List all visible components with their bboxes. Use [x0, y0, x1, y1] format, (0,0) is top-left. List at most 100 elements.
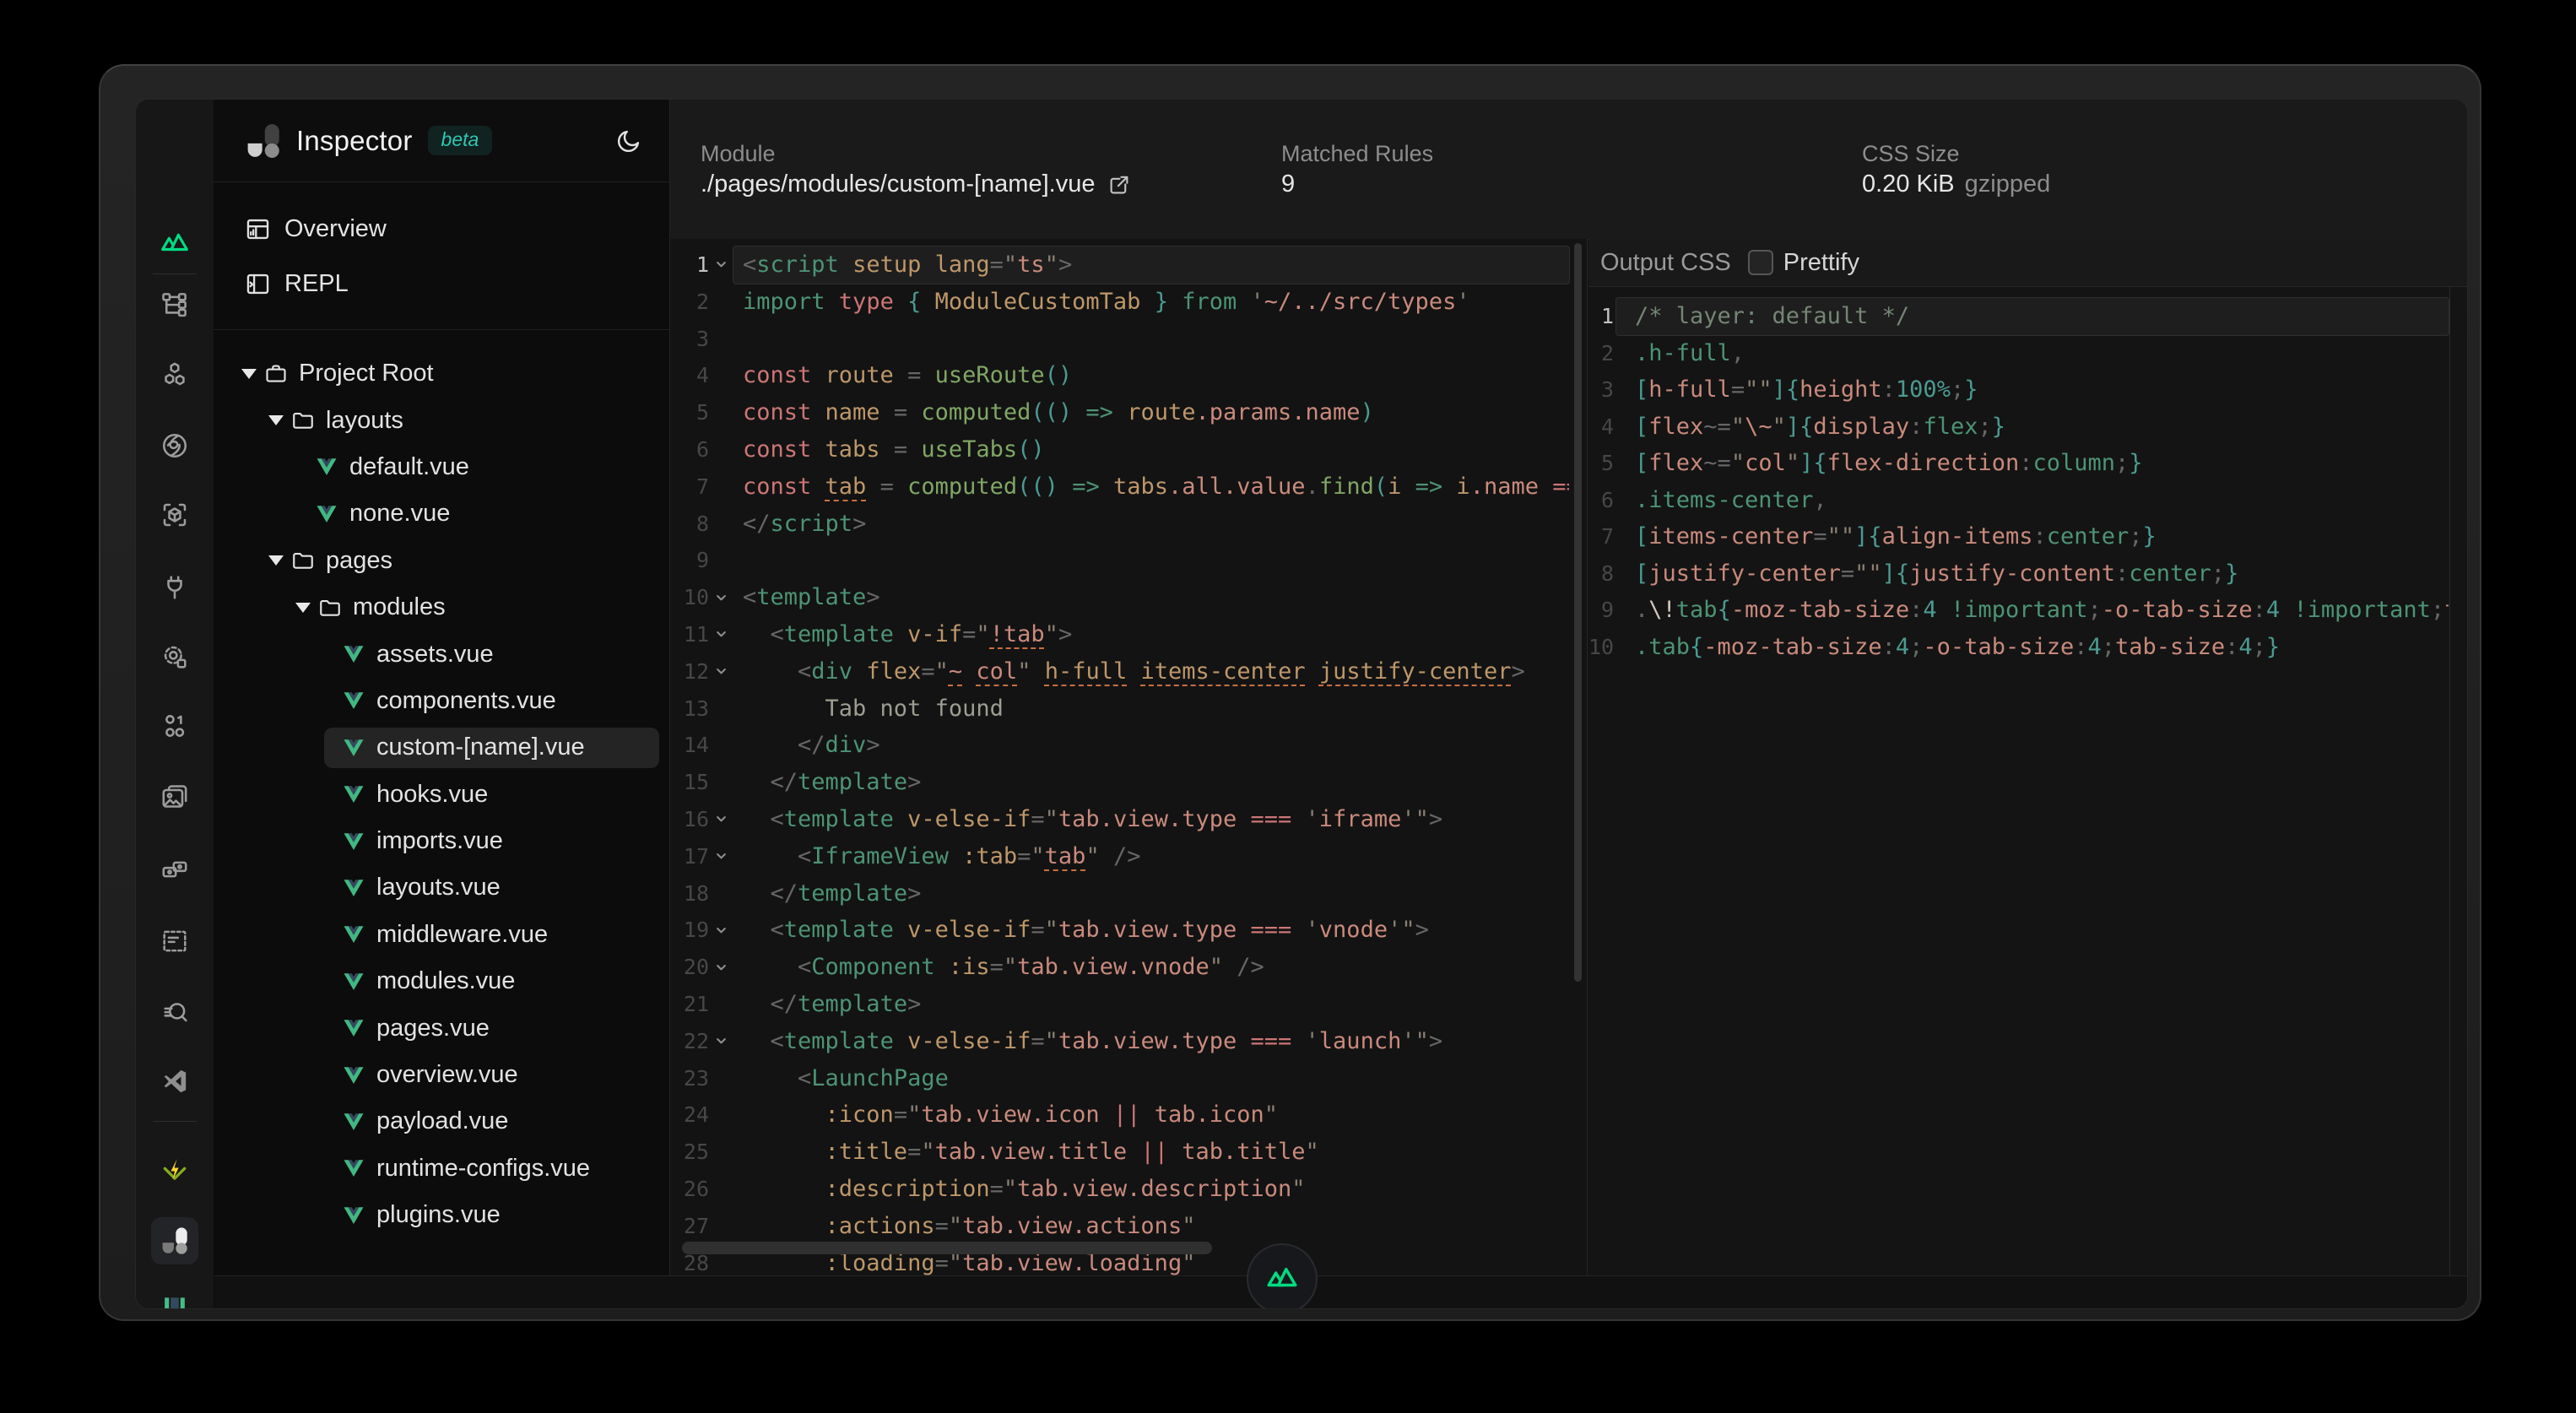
fold-chevron-icon[interactable]	[709, 924, 733, 937]
vue-file-icon	[341, 1063, 366, 1088]
editor-vertical-scrollbar[interactable]	[1574, 243, 1582, 982]
vue-file-icon	[341, 642, 366, 667]
tree-item-plugins.vue[interactable]: plugins.vue	[214, 1192, 669, 1238]
code-line: 3	[670, 321, 1587, 358]
inspector-sidebar: Inspector beta OverviewREPL Project Root…	[214, 100, 670, 1308]
sidebar-tab-nuxt-logo[interactable]	[151, 217, 198, 264]
sidebar-tab-imports-icon[interactable]	[151, 491, 198, 539]
css-size-value: 0.20 KiBgzipped	[1862, 171, 2050, 198]
output-css-header: Output CSS Prettify	[1588, 239, 2467, 287]
line-number: 2	[670, 284, 709, 321]
tree-item-none.vue[interactable]: none.vue	[214, 490, 669, 537]
line-number: 10	[1588, 629, 1614, 666]
sidebar-tab-vueuse-icon[interactable]	[151, 1285, 198, 1309]
fold-chevron-icon[interactable]	[709, 665, 733, 678]
fold-chevron-icon[interactable]	[709, 628, 733, 641]
module-path: ./pages/modules/custom-[name].vue	[701, 171, 1132, 198]
sidebar-tab-payload-icon[interactable]	[151, 846, 198, 893]
theme-toggle-button[interactable]	[610, 122, 647, 160]
tree-item-hooks.vue[interactable]: hooks.vue	[214, 771, 669, 818]
tree-item-custom-[name].vue[interactable]: custom-[name].vue	[214, 724, 669, 771]
code-line: 3[h-full=""]{height:100%;}	[1588, 371, 2449, 409]
nav-item-repl[interactable]: REPL	[214, 260, 669, 307]
tree-item-default.vue[interactable]: default.vue	[214, 444, 669, 490]
prettify-label[interactable]: Prettify	[1783, 249, 1859, 277]
fold-chevron-icon[interactable]	[709, 961, 733, 974]
line-number: 23	[670, 1060, 709, 1097]
css-size-label: CSS Size	[1862, 141, 1960, 167]
tree-item-imports.vue[interactable]: imports.vue	[214, 818, 669, 864]
tree-item-layouts.vue[interactable]: layouts.vue	[214, 864, 669, 911]
tree-item-label: Project Root	[299, 360, 434, 387]
external-link-icon[interactable]	[1107, 172, 1132, 198]
code-line: 10.tab{-moz-tab-size:4;-o-tab-size:4;tab…	[1588, 629, 2449, 666]
editor-horizontal-scrollbar[interactable]	[682, 1242, 1212, 1254]
sidebar-tab-vite-icon[interactable]	[151, 1146, 198, 1194]
devtools-window: Inspector beta OverviewREPL Project Root…	[99, 64, 2481, 1321]
unocss-logo-icon	[244, 122, 283, 160]
tree-item-middleware.vue[interactable]: middleware.vue	[214, 912, 669, 958]
tree-item-payload.vue[interactable]: payload.vue	[214, 1098, 669, 1145]
line-number: 17	[670, 838, 709, 875]
nav-item-overview[interactable]: Overview	[214, 205, 669, 252]
caret-down-icon[interactable]	[268, 415, 290, 425]
fold-chevron-icon[interactable]	[709, 813, 733, 826]
tree-item-pages.vue[interactable]: pages.vue	[214, 1004, 669, 1051]
sidebar-tab-open-graph-icon[interactable]	[151, 918, 198, 965]
tree-item-components.vue[interactable]: components.vue	[214, 678, 669, 724]
module-label: Module	[701, 141, 776, 167]
sidebar-tab-plugins-icon[interactable]	[151, 564, 198, 611]
code-line: 2.h-full,	[1588, 335, 2449, 372]
line-number: 8	[670, 506, 709, 543]
line-number: 18	[670, 875, 709, 912]
sidebar-tab-server-routes-icon[interactable]	[151, 422, 198, 469]
line-number: 4	[670, 357, 709, 394]
code-line: 20 <Component :is="tab.view.vnode" />	[670, 949, 1587, 986]
sidebar-tab-pages-icon[interactable]	[151, 281, 198, 328]
sidebar-tab-unocss-icon[interactable]	[151, 1217, 198, 1264]
sidebar-tab-runtime-configs-icon[interactable]	[151, 702, 198, 750]
line-number: 5	[1588, 445, 1614, 482]
tree-item-runtime-configs.vue[interactable]: runtime-configs.vue	[214, 1145, 669, 1192]
code-line: 5const name = computed(() => route.param…	[670, 394, 1587, 431]
tree-item-label: modules	[353, 593, 446, 621]
caret-down-icon[interactable]	[268, 555, 290, 566]
caret-down-icon[interactable]	[295, 603, 317, 613]
tree-item-overview.vue[interactable]: overview.vue	[214, 1052, 669, 1098]
line-number: 3	[1588, 371, 1614, 409]
line-number: 19	[670, 912, 709, 949]
fold-chevron-icon[interactable]	[709, 850, 733, 863]
nuxt-devtools-fab[interactable]	[1247, 1243, 1318, 1309]
tree-item-project-root[interactable]: Project Root	[214, 350, 669, 397]
caret-down-icon[interactable]	[241, 369, 263, 379]
fold-chevron-icon[interactable]	[709, 1035, 733, 1048]
tree-item-assets.vue[interactable]: assets.vue	[214, 631, 669, 677]
line-number: 7	[1588, 518, 1614, 555]
line-number: 25	[670, 1134, 709, 1171]
tree-item-layouts[interactable]: layouts	[214, 397, 669, 443]
code-line: 7const tab = computed(() => tabs.all.val…	[670, 468, 1587, 506]
fold-chevron-icon[interactable]	[709, 592, 733, 604]
beta-badge: beta	[428, 126, 493, 155]
code-line: 23 <LaunchPage	[670, 1060, 1587, 1097]
output-css-code[interactable]: 1/* layer: default */2.h-full,3[h-full="…	[1588, 287, 2450, 1276]
tree-item-label: assets.vue	[376, 641, 494, 669]
fold-chevron-icon[interactable]	[709, 258, 733, 271]
tree-item-label: payload.vue	[376, 1107, 508, 1135]
sidebar-tab-assets-icon[interactable]	[151, 774, 198, 821]
sidebar-tab-vscode-icon[interactable]	[151, 1058, 198, 1105]
prettify-checkbox[interactable]	[1748, 250, 1773, 275]
tree-item-pages[interactable]: pages	[214, 538, 669, 584]
tree-item-modules.vue[interactable]: modules.vue	[214, 958, 669, 1004]
code-line: 27 :actions="tab.view.actions"	[670, 1208, 1587, 1245]
tree-item-modules[interactable]: modules	[214, 584, 669, 631]
sidebar-tab-components-icon[interactable]	[151, 352, 198, 399]
line-number: 10	[670, 579, 709, 616]
sidebar-tab-modules-icon[interactable]	[151, 633, 198, 680]
source-code-editor[interactable]: 1<script setup lang="ts">2import type { …	[670, 239, 1588, 1276]
folder-icon	[290, 548, 316, 573]
sidebar-tab-virtual-files-icon[interactable]	[151, 989, 198, 1037]
line-number: 3	[670, 321, 709, 358]
vue-file-icon	[341, 1109, 366, 1134]
code-line: 8[justify-center=""]{justify-content:cen…	[1588, 555, 2449, 593]
